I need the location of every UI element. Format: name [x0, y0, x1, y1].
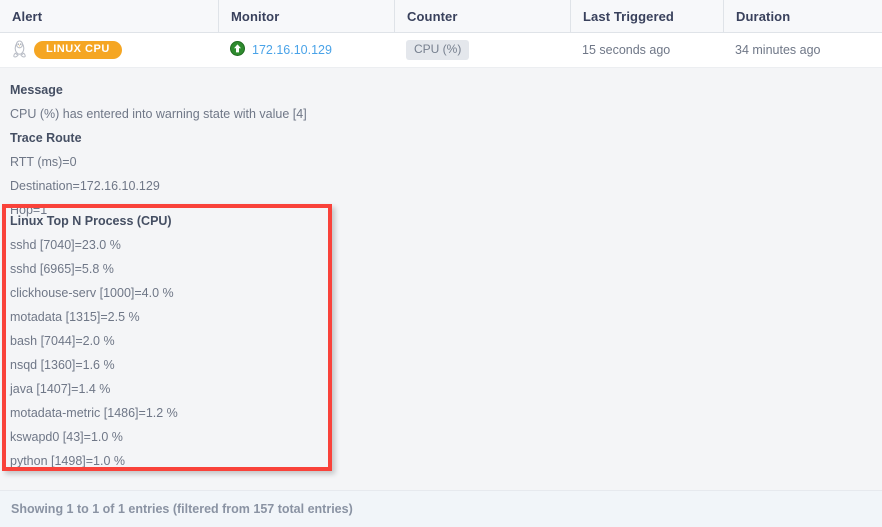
process-item: motadata [1315]=2.5 % — [10, 310, 140, 324]
process-item: bash [7044]=2.0 % — [10, 334, 115, 348]
process-item: kswapd0 [43]=1.0 % — [10, 430, 123, 444]
cell-counter: CPU (%) — [394, 33, 570, 67]
message-label: Message — [10, 83, 63, 97]
entries-status-text: Showing 1 to 1 of 1 entries (filtered fr… — [11, 502, 353, 516]
column-header-counter-label: Counter — [407, 8, 458, 24]
trace-route-rtt: RTT (ms)=0 — [10, 155, 77, 169]
process-item: sshd [6965]=5.8 % — [10, 262, 114, 276]
column-header-last-triggered-label: Last Triggered — [583, 8, 674, 24]
column-header-counter[interactable]: Counter — [394, 0, 570, 32]
column-header-monitor-label: Monitor — [231, 8, 280, 24]
trace-route-label: Trace Route — [10, 131, 82, 145]
top-n-process-block: Linux Top N Process (CPU) sshd [7040]=23… — [2, 204, 332, 471]
column-header-duration-label: Duration — [736, 8, 791, 24]
process-item: nsqd [1360]=1.6 % — [10, 358, 115, 372]
cell-alert: LINUX CPU — [0, 33, 218, 67]
status-up-arrow-icon — [230, 41, 245, 59]
monitor-ip-link[interactable]: 172.16.10.129 — [252, 43, 332, 57]
alert-badge[interactable]: LINUX CPU — [34, 41, 122, 59]
cell-duration: 34 minutes ago — [723, 33, 882, 67]
last-triggered-value: 15 seconds ago — [582, 43, 671, 57]
process-item: python [1498]=1.0 % — [10, 454, 126, 468]
table-header-row: Alert Monitor Counter Last Triggered Dur… — [0, 0, 882, 33]
column-header-duration[interactable]: Duration — [723, 0, 882, 32]
table-row[interactable]: LINUX CPU 172.16.10.129 CPU (%) 15 secon… — [0, 33, 882, 68]
process-item: sshd [7040]=23.0 % — [10, 238, 121, 252]
duration-value: 34 minutes ago — [735, 43, 821, 57]
column-header-last-triggered[interactable]: Last Triggered — [570, 0, 723, 32]
top-n-process-title: Linux Top N Process (CPU) — [10, 214, 172, 228]
process-item: java [1407]=1.4 % — [10, 382, 111, 396]
linux-tux-icon — [12, 39, 27, 61]
column-header-alert-label: Alert — [12, 8, 43, 24]
process-item: motadata-metric [1486]=1.2 % — [10, 406, 178, 420]
alert-detail-panel: Message CPU (%) has entered into warning… — [0, 68, 882, 524]
trace-route-destination: Destination=172.16.10.129 — [10, 179, 160, 193]
counter-chip[interactable]: CPU (%) — [406, 39, 470, 61]
column-header-alert[interactable]: Alert — [0, 0, 218, 32]
cell-monitor: 172.16.10.129 — [218, 33, 394, 67]
process-item: clickhouse-serv [1000]=4.0 % — [10, 286, 174, 300]
table-footer: Showing 1 to 1 of 1 entries (filtered fr… — [0, 490, 882, 527]
cell-last-triggered: 15 seconds ago — [570, 33, 723, 67]
message-value: CPU (%) has entered into warning state w… — [10, 107, 307, 121]
alert-detail-page: Alert Monitor Counter Last Triggered Dur… — [0, 0, 882, 527]
column-header-monitor[interactable]: Monitor — [218, 0, 394, 32]
